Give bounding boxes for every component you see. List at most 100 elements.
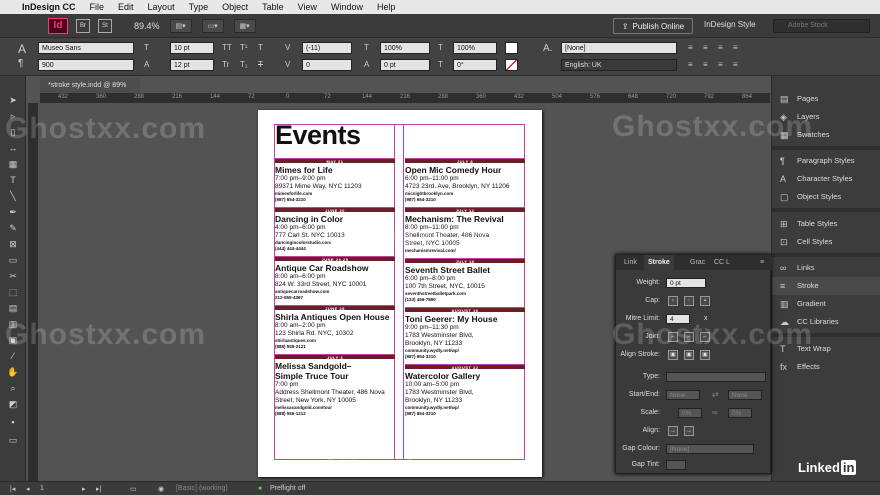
menu-type[interactable]: Type <box>189 2 209 12</box>
dock-item-text-wrap[interactable]: T Text Wrap <box>772 340 880 358</box>
justify-left-button[interactable]: ≡ <box>688 60 693 69</box>
event-item[interactable]: JULY 18 Seventh Street Ballet 6:00 pm–8:… <box>405 258 525 303</box>
miter-join-icon[interactable]: ⌐ <box>668 332 678 342</box>
underline-button[interactable]: T <box>258 43 263 52</box>
menu-file[interactable]: File <box>90 2 105 12</box>
dock-item-layers[interactable]: ◈ Layers <box>772 108 880 126</box>
dock-item-character-styles[interactable]: A Character Styles <box>772 170 880 188</box>
fill-stroke-icon[interactable]: ◩ <box>6 398 20 410</box>
start-arrowhead-select[interactable]: None <box>666 390 700 400</box>
font-size-field[interactable]: 10 pt <box>170 42 214 54</box>
hand-tool-icon[interactable]: ✋ <box>6 366 20 378</box>
baseline-shift-field[interactable]: 0 pt <box>380 59 430 71</box>
dock-item-pages[interactable]: ▤ Pages <box>772 90 880 108</box>
rectangle-tool-icon[interactable]: ▭ <box>6 254 20 266</box>
selection-tool-icon[interactable]: ➤ <box>6 94 20 106</box>
gradient-tool-icon[interactable]: ▤ <box>6 302 20 314</box>
skew-field[interactable]: 0° <box>453 59 497 71</box>
adobe-stock-search[interactable]: Adobe Stock <box>773 19 870 33</box>
free-transform-tool-icon[interactable]: ⬚ <box>6 286 20 298</box>
strikethrough-button[interactable]: T <box>258 60 263 69</box>
event-item[interactable]: JULY 12 Mechanism: The Revival 8:00 pm–1… <box>405 207 525 254</box>
event-item[interactable]: AUGUST 22 Watercolor Gallery 10:00 am–5:… <box>405 364 525 417</box>
menu-window[interactable]: Window <box>331 2 363 12</box>
align-center-stroke-icon[interactable]: ▣ <box>668 350 678 360</box>
dock-item-stroke[interactable]: ≡ Stroke <box>772 277 880 295</box>
dock-item-gradient[interactable]: ▥ Gradient <box>772 295 880 313</box>
stroke-swatch[interactable] <box>505 59 518 71</box>
document-tab[interactable]: *stroke style.indd @ 89% <box>40 78 140 93</box>
tab-stroke[interactable]: Stroke <box>644 255 674 270</box>
panel-menu-icon[interactable]: ≡ <box>756 255 768 270</box>
apply-color-icon[interactable]: ▪ <box>6 416 20 428</box>
dock-item-cell-styles[interactable]: ⊡ Cell Styles <box>772 233 880 251</box>
superscript-button[interactable]: T¹ <box>240 43 248 52</box>
publish-online-button[interactable]: ⇪ Publish Online <box>613 18 693 34</box>
menu-view[interactable]: View <box>298 2 317 12</box>
dock-item-effects[interactable]: fx Effects <box>772 358 880 376</box>
font-family-field[interactable]: Museo Sans <box>38 42 134 54</box>
leading-field[interactable]: 12 pt <box>170 59 214 71</box>
menu-layout[interactable]: Layout <box>148 2 175 12</box>
line-tool-icon[interactable]: ╲ <box>6 190 20 202</box>
projecting-cap-icon[interactable]: ▪ <box>700 296 710 306</box>
content-collector-icon[interactable]: ▦ <box>6 158 20 170</box>
pencil-tool-icon[interactable]: ✎ <box>6 222 20 234</box>
dock-item-swatches[interactable]: ▦ Swatches <box>772 126 880 144</box>
bevel-join-icon[interactable]: ⌐ <box>700 332 710 342</box>
tab-links[interactable]: Link <box>620 255 641 270</box>
gap-tool-icon[interactable]: ↔ <box>6 142 20 154</box>
bridge-icon[interactable]: Br <box>76 18 90 33</box>
font-style-field[interactable]: 900 <box>38 59 134 71</box>
fill-swatch[interactable] <box>505 42 518 54</box>
menu-object[interactable]: Object <box>222 2 248 12</box>
character-formatting-icon[interactable]: A <box>18 42 26 56</box>
previous-page-icon[interactable]: ◂ <box>26 485 30 493</box>
pen-tool-icon[interactable]: ✒ <box>6 206 20 218</box>
next-page-icon[interactable]: ▸ <box>82 485 86 493</box>
zoom-tool-icon[interactable]: ⌕ <box>6 382 20 394</box>
stroke-type-select[interactable] <box>666 372 766 382</box>
event-item[interactable]: JULY 8 Open Mic Comedy Hour 6:00 pm–11:0… <box>405 158 525 203</box>
first-page-icon[interactable]: |◂ <box>10 485 15 493</box>
subscript-button[interactable]: T₁ <box>240 60 248 69</box>
dock-item-paragraph-styles[interactable]: ¶ Paragraph Styles <box>772 152 880 170</box>
page-title[interactable]: Events <box>275 120 361 151</box>
eyedropper-tool-icon[interactable]: ⁄ <box>6 350 20 362</box>
page-tool-icon[interactable]: ▯ <box>6 126 20 138</box>
justify-center-button[interactable]: ≡ <box>703 60 708 69</box>
mitre-limit-field[interactable]: 4 <box>666 314 690 324</box>
event-item[interactable]: MAY 31 Mimes for Life 7:00 pm–9:00 pm 89… <box>275 158 395 203</box>
dock-item-table-styles[interactable]: ⊞ Table Styles <box>772 215 880 233</box>
dock-item-cc-libraries[interactable]: ☁ CC Libraries <box>772 313 880 331</box>
end-scale-field[interactable]: 0% <box>728 408 752 418</box>
tab-gradient[interactable]: Grac <box>686 255 709 270</box>
type-tool-icon[interactable]: T <box>6 174 20 186</box>
event-item[interactable]: JUNE 28 Shirla Antiques Open House 8:00 … <box>275 305 395 350</box>
character-style-field[interactable]: [None] <box>561 42 677 54</box>
align-center-button[interactable]: ≡ <box>703 43 708 52</box>
justify-right-button[interactable]: ≡ <box>718 60 723 69</box>
arrange-documents-button[interactable]: ▦▾ <box>233 18 256 33</box>
note-tool-icon[interactable]: ▣ <box>6 334 20 346</box>
dock-item-object-styles[interactable]: ▢ Object Styles <box>772 188 880 206</box>
align-inside-stroke-icon[interactable]: ▣ <box>684 350 694 360</box>
screen-mode-button[interactable]: ▭▾ <box>201 18 224 33</box>
justify-all-button[interactable]: ≡ <box>733 60 738 69</box>
gap-tint-field[interactable] <box>666 460 686 470</box>
round-cap-icon[interactable]: ◦ <box>684 296 694 306</box>
event-item[interactable]: JULY 3 Melissa Sandgold– Simple Truce To… <box>275 354 395 417</box>
gradient-feather-tool-icon[interactable]: ▥ <box>6 318 20 330</box>
align-left-button[interactable]: ≡ <box>688 43 693 52</box>
small-caps-button[interactable]: Tr <box>222 60 229 69</box>
horizontal-scale-field[interactable]: 100% <box>453 42 497 54</box>
view-options-button[interactable]: ▤▾ <box>169 18 192 33</box>
weight-field[interactable]: 0 pt <box>666 278 706 288</box>
language-field[interactable]: English: UK <box>561 59 677 71</box>
link-scale-icon[interactable]: ∞ <box>712 408 718 417</box>
dock-item-links[interactable]: ∞ Links <box>772 259 880 277</box>
arrow-align-inside-icon[interactable]: → <box>668 426 678 436</box>
arrow-align-outside-icon[interactable]: → <box>684 426 694 436</box>
working-style[interactable]: [Basic] (working) <box>176 485 228 492</box>
start-scale-field[interactable]: 0% <box>678 408 702 418</box>
